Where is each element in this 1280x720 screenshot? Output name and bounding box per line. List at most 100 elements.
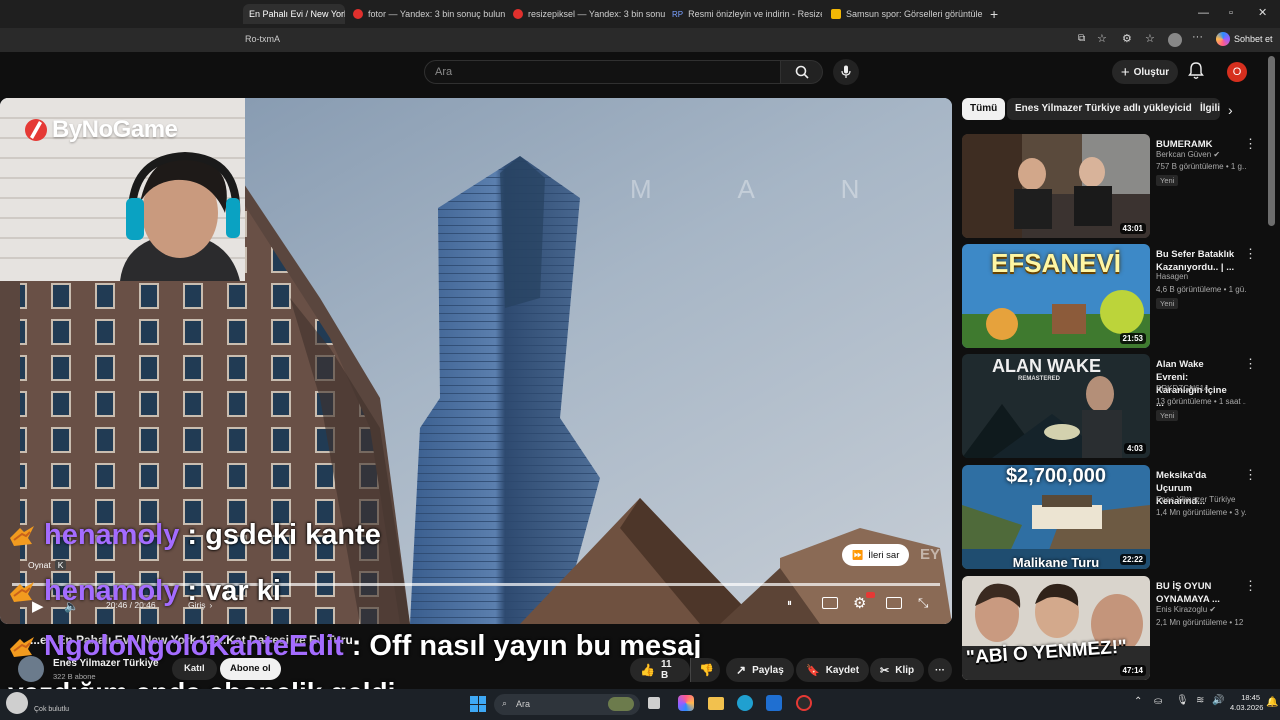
rec-title[interactable]: Bu Sefer Bataklık Kazanıyordu.. | ... <box>1156 248 1236 274</box>
recommendation-item[interactable]: 43:01 BUMERAMK Berkcan Güven ✔ 757 B gör… <box>962 134 1262 238</box>
tab[interactable]: fotor — Yandex: 3 bin sonuç bulun ✕ <box>347 4 507 24</box>
search-input[interactable]: Ara <box>424 60 781 84</box>
start-icon[interactable] <box>470 696 486 712</box>
chat-username: henamoly <box>44 575 180 607</box>
yandex-icon <box>353 9 363 19</box>
network-icon[interactable]: ⛀ <box>1154 696 1162 707</box>
video-thumbnail[interactable]: EFSANEVİ 21:53 <box>962 244 1150 348</box>
edge-icon[interactable] <box>737 695 753 711</box>
new-tab-button[interactable]: + <box>990 6 998 22</box>
extensions-icon[interactable]: ⚙ <box>1122 32 1132 45</box>
subtitles-icon[interactable] <box>822 597 838 609</box>
channel-watermark[interactable]: EY <box>920 546 940 563</box>
profile-icon[interactable] <box>1168 33 1182 47</box>
tab[interactable]: RP Resmi önizleyin ve indirin - Resize ✕ <box>666 4 822 24</box>
tab-label: Samsun spor: Görselleri görüntüle <box>846 9 983 19</box>
video-thumbnail[interactable]: $2,700,000 Malikane Turu 22:22 <box>962 465 1150 569</box>
svg-text:M A N: M A N <box>630 174 899 204</box>
user-avatar[interactable]: O <box>1227 62 1247 82</box>
kebab-menu-icon[interactable]: ⋮ <box>1244 467 1257 483</box>
thumbs-up-icon: 👍 <box>640 663 655 677</box>
file-explorer-icon[interactable] <box>708 697 724 710</box>
kebab-menu-icon[interactable]: ⋮ <box>1244 356 1257 372</box>
theater-mode-icon[interactable] <box>886 597 902 609</box>
wifi-icon[interactable]: ≋ <box>1196 695 1204 706</box>
minimize-icon[interactable]: — <box>1198 7 1209 19</box>
like-button[interactable]: 👍 11 B <box>630 658 690 682</box>
url-text[interactable]: Ro-txmA <box>245 34 280 44</box>
skip-button[interactable]: ⏩ İleri sar <box>842 544 910 566</box>
close-window-icon[interactable]: ✕ <box>1258 6 1267 19</box>
clock-date: 4.03.2026 <box>1230 703 1264 712</box>
page-scrollbar[interactable] <box>1268 56 1275 226</box>
video-thumbnail[interactable]: 43:01 <box>962 134 1150 238</box>
recommendation-item[interactable]: EFSANEVİ 21:53 Bu Sefer Bataklık Kazanıy… <box>962 244 1262 348</box>
tab[interactable]: Samsun spor: Görselleri görüntüle ✕ <box>825 4 983 24</box>
tab[interactable]: resizepiksel — Yandex: 3 bin sonuç ✕ <box>507 4 665 24</box>
more-actions-button[interactable]: ··· <box>928 658 952 682</box>
favorites-icon[interactable]: ☆ <box>1145 32 1155 45</box>
fullscreen-icon[interactable]: ⤡ <box>918 595 928 611</box>
share-button[interactable]: ↗ Paylaş <box>726 658 794 682</box>
notification-center-icon[interactable]: 🔔 <box>1266 697 1278 708</box>
star-icon[interactable]: ☆ <box>1097 32 1107 45</box>
store-icon[interactable] <box>766 695 782 711</box>
yandex-icon <box>513 9 523 19</box>
rec-channel[interactable]: Berkcan Güven ✔ <box>1156 150 1246 159</box>
video-thumbnail[interactable]: ALAN WAKE REMASTERED 4:03 <box>962 354 1150 458</box>
more-icon[interactable]: ··· <box>1192 31 1203 43</box>
video-thumbnail[interactable]: "ABİ O YENMEZ!" 47:14 <box>962 576 1150 680</box>
chip-uploader[interactable]: Enes Yilmazer Türkiye adlı yükleyiciden <box>1007 98 1212 120</box>
tab-active[interactable]: En Pahalı Evi / New York ✕ <box>243 4 345 24</box>
rec-title[interactable]: BU İŞ OYUN OYNAMAYA ... <box>1156 580 1236 606</box>
chip-related[interactable]: İlgili <box>1192 98 1220 120</box>
copilot-icon[interactable] <box>678 695 694 711</box>
duration-badge: 22:22 <box>1119 554 1146 565</box>
taskbar-search[interactable]: ⌕ Ara <box>494 694 640 715</box>
chat-separator: : <box>343 630 370 662</box>
chip-all[interactable]: Tümü <box>962 98 1006 120</box>
kebab-menu-icon[interactable]: ⋮ <box>1244 136 1257 152</box>
volume-tray-icon[interactable]: 🔊 <box>1212 695 1224 706</box>
recommendation-item[interactable]: ALAN WAKE REMASTERED 4:03 Alan Wake Evre… <box>962 354 1262 458</box>
more-icon: ··· <box>935 664 945 676</box>
dislike-button[interactable]: 👎 <box>690 658 720 682</box>
clock[interactable]: 18:45 4.03.2026 <box>1230 693 1264 713</box>
rec-channel[interactable]: Hasagen <box>1156 272 1246 281</box>
clip-button[interactable]: ✂ Klip <box>870 658 925 682</box>
create-button[interactable]: + Oluştur <box>1112 60 1178 84</box>
autoplay-toggle[interactable]: ⏸ <box>787 598 792 609</box>
save-button[interactable]: 🔖 Kaydet <box>796 658 870 682</box>
channel-name[interactable]: Enes Yilmazer Türkiye <box>53 658 159 669</box>
kebab-menu-icon[interactable]: ⋮ <box>1244 246 1257 262</box>
verified-icon: ✔ <box>1213 150 1221 159</box>
duration-badge: 21:53 <box>1119 333 1146 344</box>
task-view-icon[interactable] <box>648 697 660 709</box>
recommendation-item[interactable]: "ABİ O YENMEZ!" 47:14 BU İŞ OYUN OYNAMAY… <box>962 576 1262 680</box>
tab-label: En Pahalı Evi / New York <box>249 9 345 19</box>
weather-icon[interactable] <box>6 692 28 714</box>
thumbnail-text: ALAN WAKE <box>992 356 1101 376</box>
thumbnail-subtext: REMASTERED <box>1018 376 1061 382</box>
mic-button[interactable] <box>833 59 859 85</box>
recommendation-item[interactable]: $2,700,000 Malikane Turu 22:22 Meksika'd… <box>962 465 1262 569</box>
settings-icon[interactable]: ⚙ <box>853 594 866 612</box>
rec-channel[interactable]: BRKDZGN614 <box>1156 384 1246 393</box>
rec-channel[interactable]: Enes Yilmazer Türkiye <box>1156 495 1246 504</box>
chat-username: henamoly <box>44 519 180 551</box>
share-icon: ↗ <box>736 663 747 677</box>
mic-tray-icon[interactable]: 🎙 <box>1176 695 1189 706</box>
new-badge: Yeni <box>1156 175 1179 186</box>
translate-icon[interactable]: ⧉ <box>1078 33 1085 44</box>
notifications-button[interactable] <box>1188 62 1204 85</box>
rec-stats: 13 görüntüleme • 1 saat ... <box>1156 397 1246 406</box>
chat-button[interactable]: Sohbet et <box>1216 32 1273 46</box>
maximize-icon[interactable]: ▫ <box>1229 7 1233 19</box>
kebab-menu-icon[interactable]: ⋮ <box>1244 578 1257 594</box>
search-button[interactable] <box>781 60 823 84</box>
obs-icon[interactable] <box>796 695 812 711</box>
rec-channel[interactable]: Enis Kirazoglu ✔ <box>1156 605 1246 614</box>
address-bar[interactable]: Ro-txmA ⧉ ☆ ⚙ ☆ ··· Sohbet et <box>0 28 1280 52</box>
tray-chevron-icon[interactable]: ⌃ <box>1134 696 1142 707</box>
chevron-right-icon[interactable]: › <box>1228 102 1233 118</box>
